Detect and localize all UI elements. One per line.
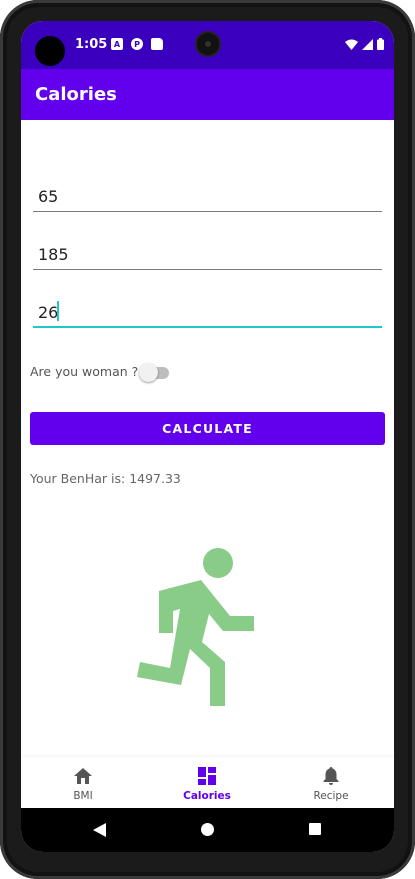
weight-field[interactable]: 65 xyxy=(33,182,382,212)
recents-icon[interactable] xyxy=(309,823,321,835)
weight-underline xyxy=(33,211,382,212)
woman-label: Are you woman ? xyxy=(30,364,139,379)
phone-screen: 1:05 A P Calories 65 185 26 Are you woma… xyxy=(21,21,394,852)
text-cursor xyxy=(57,301,59,321)
home-circle-icon[interactable] xyxy=(201,823,214,836)
a-icon: A xyxy=(111,38,123,50)
punch-hole-camera xyxy=(35,36,65,66)
notification-icons: A P xyxy=(111,38,163,50)
dashboard-icon xyxy=(198,767,216,785)
calculate-button[interactable]: CALCULATE xyxy=(30,412,385,445)
p-icon: P xyxy=(131,38,143,50)
result-text: Your BenHar is: 1497.33 xyxy=(30,471,181,486)
page-title: Calories xyxy=(35,84,117,105)
woman-toggle[interactable] xyxy=(139,363,171,383)
bell-icon xyxy=(323,767,339,785)
back-icon[interactable] xyxy=(93,823,106,837)
toggle-thumb xyxy=(139,363,158,382)
nav-item-bmi[interactable]: BMI xyxy=(21,757,145,808)
signal-icon xyxy=(362,38,373,50)
status-bar: 1:05 A P xyxy=(21,21,394,69)
height-field[interactable]: 185 xyxy=(33,240,382,270)
running-person-icon xyxy=(137,548,254,706)
nav-label-calories: Calories xyxy=(183,790,231,802)
status-time: 1:05 xyxy=(75,37,108,52)
system-icons xyxy=(345,38,384,50)
battery-icon xyxy=(377,38,384,50)
nav-item-calories[interactable]: Calories xyxy=(145,757,269,808)
wifi-icon xyxy=(345,39,358,50)
system-navigation-bar xyxy=(21,808,394,852)
nav-item-recipe[interactable]: Recipe xyxy=(269,757,393,808)
home-icon xyxy=(74,768,92,784)
app-bar: Calories xyxy=(21,69,394,120)
nav-label-recipe: Recipe xyxy=(313,790,349,802)
nav-label-bmi: BMI xyxy=(73,790,93,802)
bottom-navigation: BMI Calories Recipe xyxy=(21,757,394,808)
age-field[interactable]: 26 xyxy=(33,298,382,328)
phone-frame: 1:05 A P Calories 65 185 26 Are you woma… xyxy=(0,0,415,879)
age-value: 26 xyxy=(38,303,59,322)
age-underline xyxy=(33,326,382,328)
height-value: 185 xyxy=(38,245,69,264)
front-camera xyxy=(197,33,219,55)
weight-value: 65 xyxy=(38,187,59,206)
sd-card-icon xyxy=(151,38,163,50)
height-underline xyxy=(33,269,382,270)
